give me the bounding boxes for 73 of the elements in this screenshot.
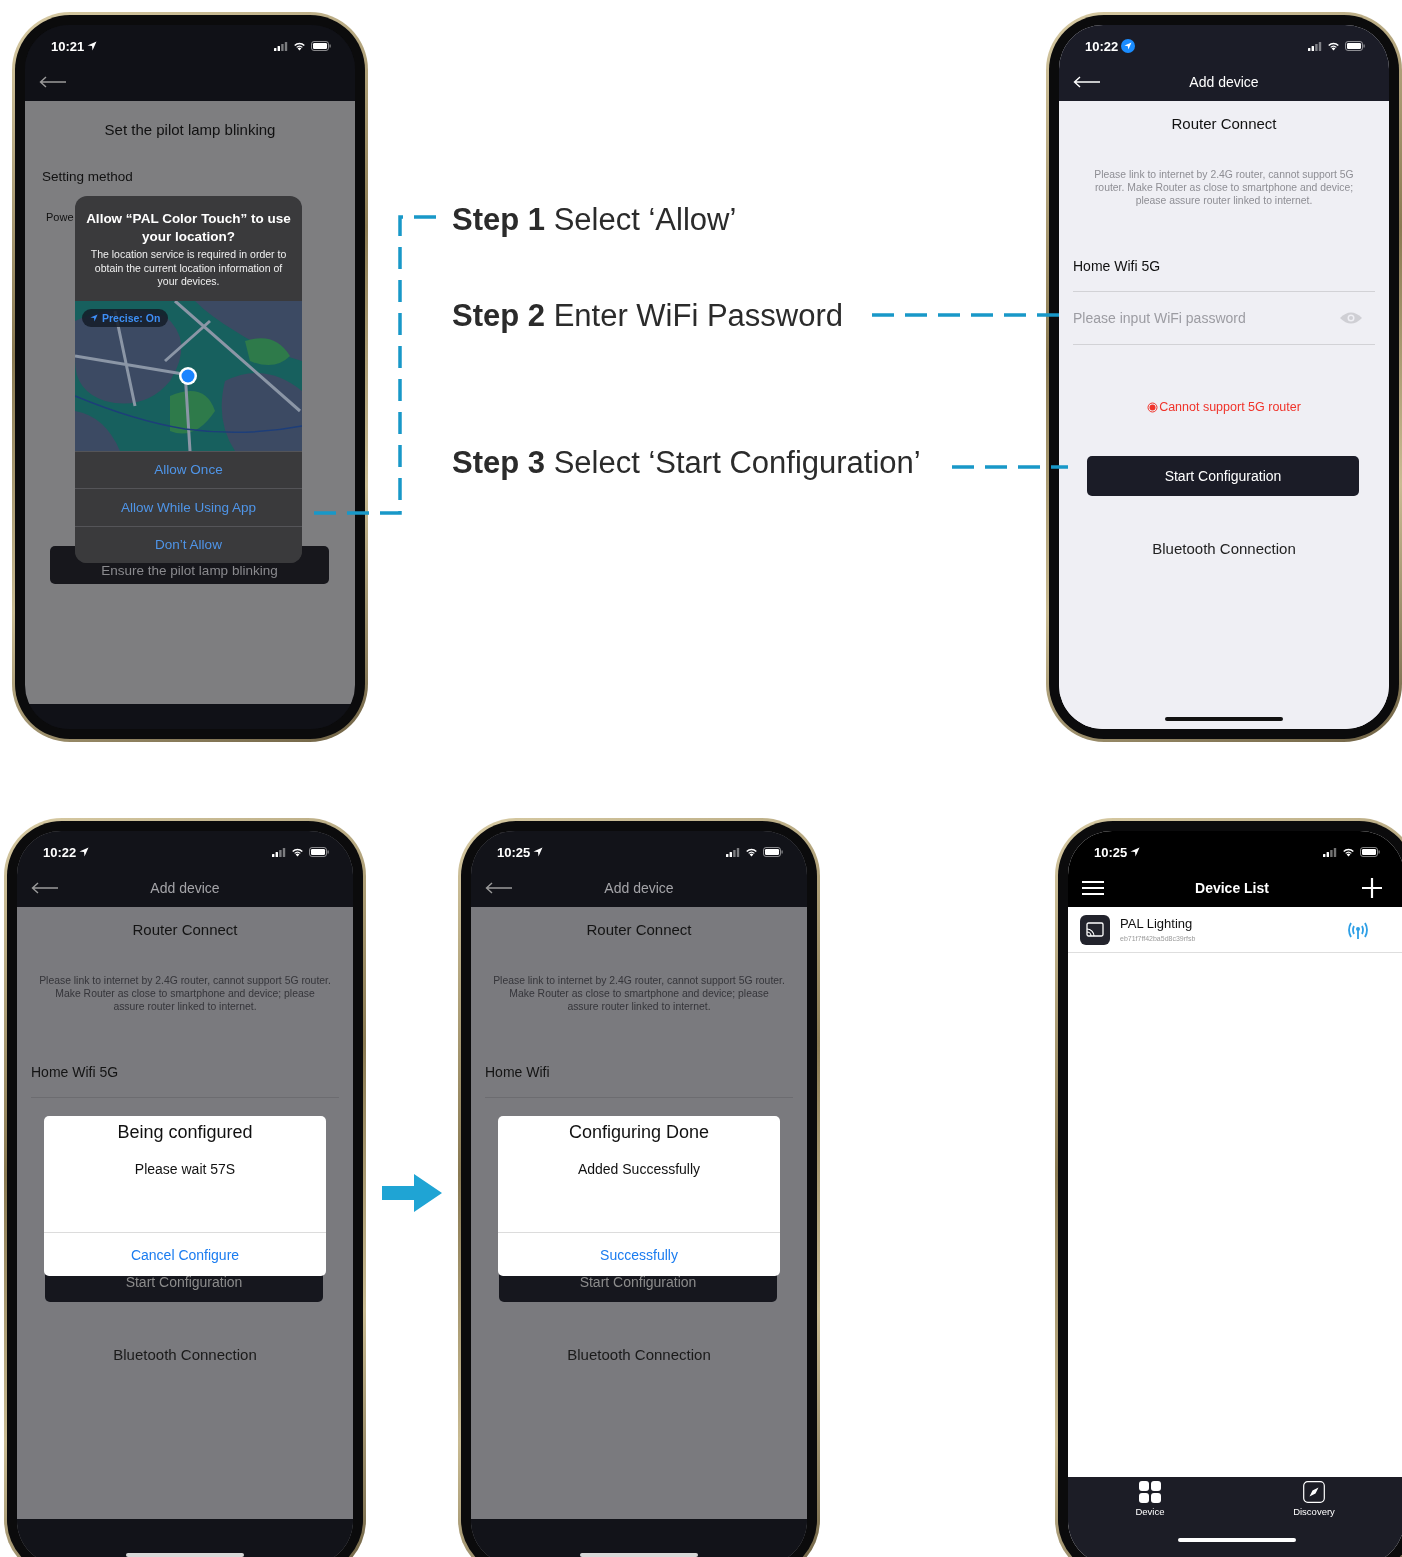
- location-icon: [1130, 847, 1141, 857]
- dialog-title: Being configured: [116, 1121, 254, 1143]
- bluetooth-link[interactable]: Bluetooth Connection: [113, 1346, 257, 1363]
- location-icon: [1121, 39, 1136, 53]
- wifi-name: Home Wifi: [485, 1063, 550, 1080]
- battery-icon: [1345, 41, 1365, 51]
- wifi-icon: [745, 847, 758, 857]
- arrow-icon: [382, 1174, 442, 1212]
- location-icon: [90, 313, 98, 322]
- status-time: 10:21: [51, 38, 98, 54]
- tab-button[interactable]: Discovery: [1232, 1477, 1396, 1523]
- back-icon[interactable]: [31, 882, 59, 894]
- signal-icon: [272, 847, 286, 857]
- screen-title: Router Connect: [585, 920, 693, 940]
- dialog-action[interactable]: Cancel Configure: [44, 1232, 326, 1276]
- add-icon[interactable]: [1362, 878, 1382, 898]
- warning-dot-icon: [1147, 401, 1159, 413]
- signal-icon: [1323, 847, 1337, 857]
- bluetooth-link[interactable]: Bluetooth Connection: [567, 1346, 711, 1363]
- menu-icon[interactable]: [1082, 880, 1104, 896]
- bluetooth-link[interactable]: Bluetooth Connection: [1152, 540, 1296, 557]
- password-field[interactable]: Please input WiFi password: [1073, 310, 1303, 326]
- battery-icon: [763, 847, 783, 857]
- battery-icon: [1360, 847, 1380, 857]
- location-icon: [533, 847, 544, 857]
- alert-title: Allow “PAL Color Touch” to use your location?: [85, 210, 292, 246]
- back-icon[interactable]: [39, 76, 67, 88]
- screen-title: Router Connect: [131, 920, 239, 940]
- dialog-title: Configuring Done: [567, 1121, 711, 1143]
- dialog-message: Please wait 57S: [133, 1160, 237, 1178]
- wifi-icon: [293, 41, 306, 51]
- back-icon[interactable]: [485, 882, 513, 894]
- step-instruction: Step 3 Select ‘Start Configuration’: [452, 444, 921, 482]
- compass-icon: [1303, 1481, 1325, 1503]
- nav-title: Add device: [604, 880, 674, 896]
- nav-title: Add device: [150, 880, 220, 896]
- section-label: Setting method: [42, 168, 134, 186]
- signal-icon: [726, 847, 740, 857]
- location-icon: [87, 41, 98, 51]
- start-configuration-button[interactable]: Start Configuration: [1087, 456, 1359, 496]
- step-instruction: Step 2 Enter WiFi Password: [452, 297, 844, 335]
- battery-icon: [309, 847, 329, 857]
- grid-icon: [1139, 1481, 1161, 1503]
- location-icon: [79, 847, 90, 857]
- dialog-action[interactable]: Successfully: [498, 1232, 780, 1276]
- status-time: 10:25: [497, 844, 544, 860]
- dialog-message: Added Successfully: [576, 1160, 702, 1178]
- wifi-name: Home Wifi 5G: [31, 1063, 119, 1080]
- wifi-icon: [1327, 41, 1340, 51]
- wifi-name: Home Wifi 5G: [1073, 257, 1161, 274]
- warning-text: Cannot support 5G router: [1147, 398, 1301, 416]
- signal-icon: [274, 41, 288, 51]
- step-instruction: Step 1 Select ‘Allow’: [452, 201, 737, 239]
- battery-icon: [311, 41, 331, 51]
- screen-title: Set the pilot lamp blinking: [103, 120, 277, 140]
- hint-text: Please link to internet by 2.4G router, cannot support 5G router. Make Router as close to smartphone and device; please assure router linked to internet.: [38, 974, 332, 1013]
- hint-text: Please link to internet by 2.4G router, cannot support 5G router. Make Router as close to smartphone and device; please assure router linked to internet.: [492, 974, 786, 1013]
- hint-text: Please link to internet by 2.4G router, cannot support 5G router. Make Router as close to smartphone and device; please assure router linked to internet.: [1093, 168, 1355, 207]
- wifi-icon: [291, 847, 304, 857]
- nav-title: Add device: [1189, 74, 1259, 90]
- status-time: 10:25: [1094, 844, 1141, 860]
- screen-title: Router Connect: [1170, 114, 1278, 134]
- wifi-icon: [1342, 847, 1355, 857]
- device-icon: [1080, 914, 1110, 945]
- alert-message: The location service is required in order to obtain the current location information of your devices.: [89, 247, 288, 289]
- status-time: 10:22: [1085, 38, 1136, 54]
- signal-icon: [1308, 41, 1322, 51]
- device-name: PAL Lighting: [1120, 915, 1194, 932]
- nav-title: Device List: [1195, 880, 1269, 896]
- setting-label: Powe: [46, 210, 74, 224]
- tab-button[interactable]: Device: [1068, 1477, 1232, 1523]
- alert-action[interactable]: Don’t Allow: [75, 525, 302, 563]
- status-time: 10:22: [43, 844, 90, 860]
